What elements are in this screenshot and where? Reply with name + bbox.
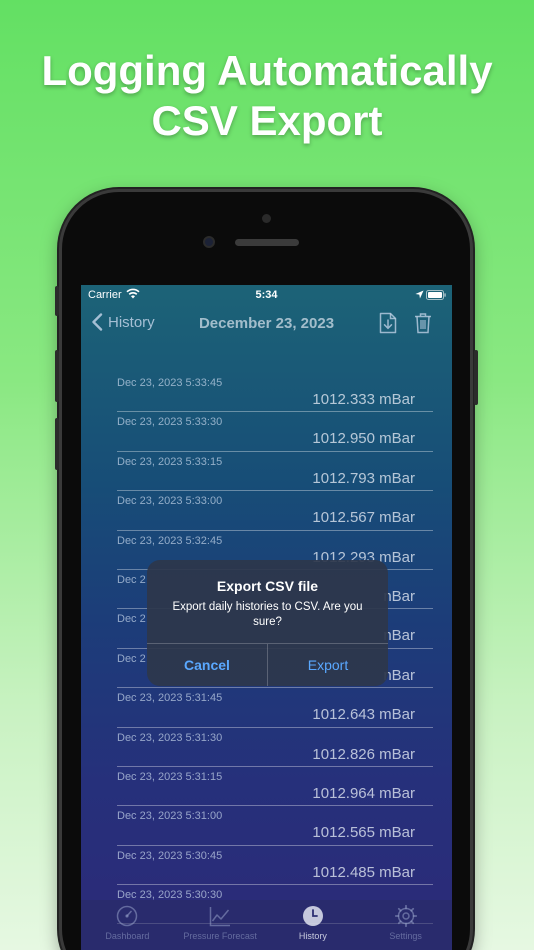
history-row[interactable]: Dec 23, 2023 5:33:45 1012.333 mBar — [117, 373, 433, 413]
row-date: Dec 23, 2023 5:33:30 — [117, 416, 223, 429]
power-button — [474, 350, 478, 405]
row-value: nBar — [383, 587, 415, 605]
history-row[interactable]: Dec 23, 2023 5:31:00 1012.565 mBar — [117, 806, 433, 846]
export-file-icon[interactable] — [379, 312, 397, 334]
row-date: Dec 2 — [117, 573, 146, 586]
history-row[interactable]: Dec 23, 2023 5:33:00 1012.567 mBar — [117, 491, 433, 531]
gear-icon — [394, 905, 417, 927]
tab-label: History — [298, 931, 327, 941]
app-screen: Carrier 5:34 History December 23, 2023 D… — [81, 285, 452, 950]
headline: Logging Automatically CSV Export — [0, 46, 534, 146]
row-value: 1012.485 mBar — [312, 863, 415, 881]
dialog-title: Export CSV file — [216, 578, 319, 594]
history-row[interactable]: Dec 23, 2023 5:33:30 1012.950 mBar — [117, 412, 433, 452]
tab-label: Dashboard — [105, 931, 150, 941]
tab-settings[interactable]: Settings — [359, 900, 452, 950]
status-time: 5:34 — [255, 289, 278, 301]
history-row[interactable]: Dec 23, 2023 5:31:45 1012.643 mBar — [117, 688, 433, 728]
row-value: 1012.643 mBar — [312, 706, 415, 724]
tab-label: Pressure Forecast — [183, 931, 257, 941]
dialog-buttons: Cancel Export — [147, 643, 388, 686]
tab-history[interactable]: History — [267, 900, 360, 950]
gauge-icon — [117, 905, 138, 927]
row-value: 1012.565 mBar — [312, 824, 415, 842]
history-row[interactable]: Dec 23, 2023 5:31:30 1012.826 mBar — [117, 728, 433, 767]
row-date: Dec 23, 2023 5:31:15 — [117, 770, 223, 783]
export-alert-dialog: Export CSV file Export daily histories t… — [147, 560, 388, 686]
row-value: 1012.950 mBar — [312, 430, 415, 448]
row-value: 1012.826 mBar — [312, 745, 415, 763]
sensor-dot — [262, 214, 271, 223]
row-value: 1012.964 mBar — [312, 784, 415, 802]
row-value: nBar — [383, 627, 415, 645]
row-date: Dec 23, 2023 5:31:00 — [117, 810, 223, 823]
row-value: 1012.793 mBar — [312, 469, 415, 487]
tab-dashboard[interactable]: Dashboard — [81, 900, 174, 950]
cancel-button[interactable]: Cancel — [147, 644, 268, 686]
row-date: Dec 23, 2023 5:31:45 — [117, 692, 223, 705]
row-date: Dec 23, 2023 5:33:15 — [117, 455, 223, 468]
tab-bar: Dashboard Pressure Forecast History Sett… — [81, 900, 452, 950]
silent-switch — [55, 286, 59, 316]
row-date: Dec 23, 2023 5:32:45 — [117, 534, 223, 547]
front-camera — [203, 236, 215, 248]
headline-line-1: Logging Automatically — [41, 47, 493, 94]
navigation-bar: History December 23, 2023 — [81, 309, 452, 339]
history-row[interactable]: Dec 23, 2023 5:31:15 1012.964 mBar — [117, 767, 433, 807]
row-date: Dec 23, 2023 5:30:45 — [117, 849, 223, 862]
history-row[interactable]: Dec 23, 2023 5:30:45 1012.485 mBar — [117, 846, 433, 886]
export-button[interactable]: Export — [268, 644, 388, 686]
history-row[interactable]: Dec 23, 2023 5:33:15 1012.793 mBar — [117, 452, 433, 492]
tab-pressure-forecast[interactable]: Pressure Forecast — [174, 900, 267, 950]
location-arrow-icon — [415, 290, 424, 299]
row-date: Dec 23, 2023 5:33:00 — [117, 495, 223, 508]
volume-down-button — [55, 418, 59, 470]
row-value: 1012.567 mBar — [312, 509, 415, 527]
earpiece-speaker — [235, 239, 299, 246]
status-bar: Carrier 5:34 — [81, 285, 452, 305]
tab-label: Settings — [389, 931, 422, 941]
row-date: Dec 2 — [117, 613, 146, 626]
clock-icon — [302, 906, 323, 926]
dialog-message: Export daily histories to CSV. Are you s… — [172, 601, 363, 628]
row-date: Dec 23, 2023 5:33:45 — [117, 377, 223, 389]
row-value: 1012.333 mBar — [312, 391, 415, 408]
volume-up-button — [55, 350, 59, 402]
battery-icon — [426, 290, 446, 300]
row-date: Dec 2 — [117, 652, 146, 665]
headline-line-2: CSV Export — [151, 97, 383, 144]
chart-line-icon — [209, 907, 231, 927]
trash-icon[interactable] — [414, 312, 432, 334]
row-value: nBar — [383, 666, 415, 684]
row-date: Dec 23, 2023 5:31:30 — [117, 731, 223, 744]
